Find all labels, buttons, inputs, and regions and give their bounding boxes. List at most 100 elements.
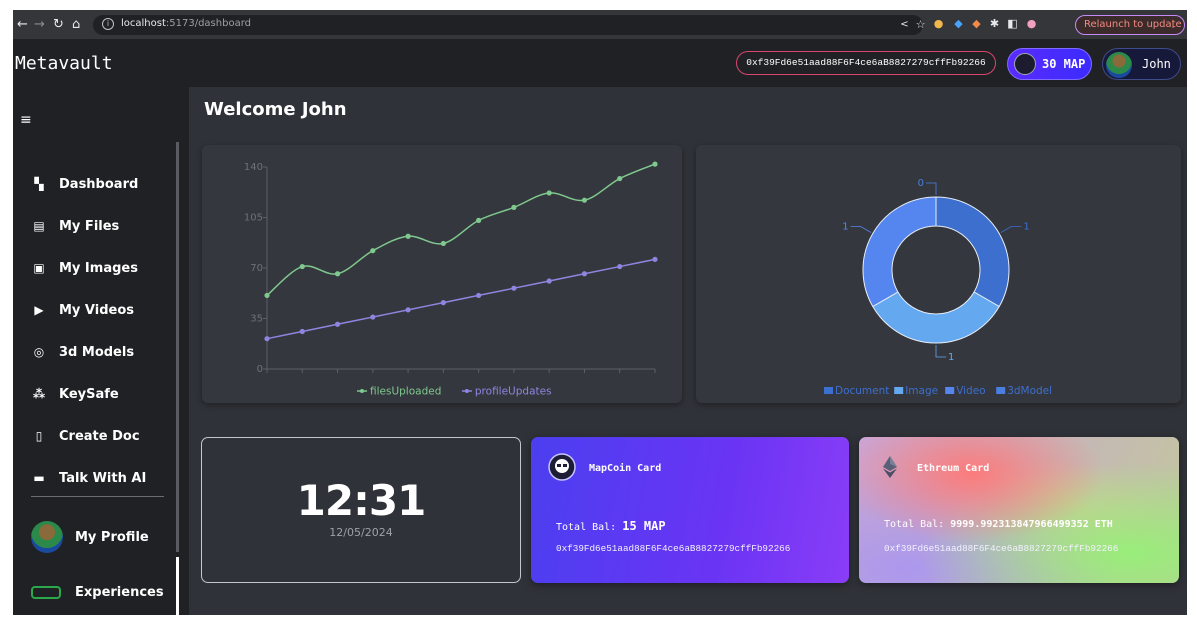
slice-label-line bbox=[926, 182, 937, 195]
y-tick-label: 0 bbox=[257, 364, 263, 375]
clock-date: 12/05/2024 bbox=[329, 526, 393, 539]
data-point-filesUploaded bbox=[370, 248, 376, 254]
y-tick-label: 70 bbox=[250, 263, 263, 274]
data-point-profileUpdates bbox=[370, 314, 376, 320]
sidebar-item-label: Dashboard bbox=[59, 177, 139, 192]
data-point-filesUploaded bbox=[617, 175, 623, 182]
data-point-profileUpdates bbox=[546, 278, 552, 284]
avatar bbox=[1106, 52, 1132, 78]
forward-icon[interactable]: → bbox=[34, 17, 45, 33]
avatar bbox=[31, 521, 63, 553]
chart-legend: filesUploaded profileUpdates bbox=[357, 386, 552, 398]
legend-swatch bbox=[894, 387, 904, 394]
wallet-address-pill[interactable]: 0xf39Fd6e51aad88F6F4ce6aB8827279cffFb922… bbox=[736, 51, 996, 75]
sidebar-item-label: Experiences bbox=[75, 585, 164, 600]
slice-value-label: 0 bbox=[918, 178, 924, 189]
legend-label: Document bbox=[835, 385, 889, 397]
sidebar-item-dashboard[interactable]: ▚ Dashboard bbox=[31, 173, 171, 197]
sidebar-item-keysafe[interactable]: ⁂ KeySafe bbox=[31, 383, 171, 407]
sidepanel-icon[interactable]: ◧ bbox=[1007, 18, 1018, 29]
site-info-icon[interactable]: i bbox=[102, 18, 114, 30]
sidebar-scrollbar[interactable] bbox=[176, 142, 179, 552]
sidebar-item-my-videos[interactable]: ▶ My Videos bbox=[31, 299, 171, 323]
line-chart: 0 35 70 105 140 filesUploaded profileUpdates bbox=[244, 161, 658, 398]
donut-chart: 1 1 1 0 Document Image Video 3dModel bbox=[824, 178, 1052, 397]
data-point-profileUpdates bbox=[511, 285, 517, 291]
back-icon[interactable]: ← bbox=[17, 17, 28, 33]
address-bar[interactable]: i localhost:5173/dashboard < ☆ bbox=[93, 15, 926, 35]
legend-swatch bbox=[996, 387, 1006, 394]
sidebar-item-my-images[interactable]: ▣ My Images bbox=[31, 257, 171, 281]
menu-icon[interactable]: ≡ bbox=[20, 112, 32, 128]
legend-swatch bbox=[824, 387, 833, 394]
user-menu[interactable]: John bbox=[1102, 48, 1181, 80]
legend-label: Video bbox=[956, 385, 985, 397]
slice-label-line bbox=[850, 226, 872, 233]
data-point-profileUpdates bbox=[405, 307, 411, 313]
browser-window: ← → ↻ ⌂ i localhost:5173/dashboard < ☆ ●… bbox=[13, 10, 1187, 615]
password-icon: ⁂ bbox=[32, 387, 46, 401]
data-point-filesUploaded bbox=[511, 204, 517, 210]
legend-marker bbox=[360, 389, 364, 393]
sidebar-item-3d-models[interactable]: ◎ 3d Models bbox=[31, 341, 171, 365]
user-name: John bbox=[1142, 57, 1171, 71]
sidebar-item-create-doc[interactable]: ▯ Create Doc bbox=[31, 425, 171, 449]
legend-label: profileUpdates bbox=[475, 386, 552, 398]
data-point-filesUploaded bbox=[405, 233, 411, 239]
sidebar-item-experiences[interactable]: Experiences bbox=[31, 583, 171, 603]
metamask-icon[interactable]: ◆ bbox=[971, 18, 982, 29]
page-title: Welcome John bbox=[204, 99, 347, 120]
coin-balance: 30 MAP bbox=[1042, 57, 1086, 71]
slice-value-label: 1 bbox=[842, 222, 848, 233]
puzzle-icon[interactable]: ✱ bbox=[989, 18, 1000, 29]
data-point-profileUpdates bbox=[617, 263, 623, 270]
sidebar-item-label: My Images bbox=[59, 261, 138, 276]
donut-slice-Document bbox=[935, 196, 1010, 308]
sidebar-item-label: Talk With AI bbox=[59, 471, 147, 486]
app-header: Metavault 0xf39Fd6e51aad88F6F4ce6aB88272… bbox=[13, 40, 1187, 87]
data-point-filesUploaded bbox=[652, 161, 658, 167]
extension-icon[interactable]: ● bbox=[933, 18, 944, 29]
ethereum-card[interactable]: Ethreum Card Total Bal: 9999.99231384796… bbox=[859, 437, 1179, 583]
app-logo[interactable]: Metavault bbox=[15, 53, 113, 74]
sidebar-item-label: 3d Models bbox=[59, 345, 135, 360]
sidebar-item-label: My Files bbox=[59, 219, 120, 234]
dashboard-icon: ▚ bbox=[34, 177, 44, 191]
sidebar-item-my-profile[interactable]: My Profile bbox=[31, 521, 171, 555]
video-icon: ▶ bbox=[34, 303, 44, 317]
bookmark-star-icon[interactable]: ☆ bbox=[915, 19, 926, 30]
sidebar-item-talk-with-ai[interactable]: ▬ Talk With AI bbox=[31, 467, 171, 491]
sidebar-scrollbar-track[interactable] bbox=[176, 557, 179, 615]
data-point-profileUpdates bbox=[299, 328, 305, 335]
coin-balance-pill[interactable]: 30 MAP bbox=[1007, 48, 1092, 80]
slice-value-label: 1 bbox=[948, 352, 954, 363]
vr-headset-icon bbox=[31, 586, 61, 599]
data-point-filesUploaded bbox=[581, 197, 588, 203]
data-point-profileUpdates bbox=[476, 292, 482, 299]
legend-label: filesUploaded bbox=[370, 386, 441, 398]
sidebar-item-my-files[interactable]: ▤ My Files bbox=[31, 215, 171, 239]
line-chart-card: 0 35 70 105 140 filesUploaded profileUpdates bbox=[202, 145, 682, 403]
y-tick-label: 140 bbox=[244, 162, 263, 173]
data-point-filesUploaded bbox=[264, 292, 270, 299]
file-icon: ▤ bbox=[33, 219, 45, 233]
relaunch-button[interactable]: Relaunch to update ⋮ bbox=[1075, 15, 1185, 35]
sidebar-item-label: My Profile bbox=[75, 530, 149, 545]
data-point-filesUploaded bbox=[334, 271, 341, 277]
slice-value-label: 1 bbox=[1023, 222, 1029, 233]
more-menu-icon[interactable]: ⋮ bbox=[1168, 16, 1178, 34]
data-point-filesUploaded bbox=[546, 190, 552, 196]
reload-icon[interactable]: ↻ bbox=[53, 17, 64, 33]
data-point-profileUpdates bbox=[440, 300, 446, 306]
share-icon[interactable]: < bbox=[899, 19, 910, 30]
series-line-filesUploaded bbox=[266, 163, 656, 296]
image-icon: ▣ bbox=[33, 261, 45, 275]
y-tick-label: 105 bbox=[244, 213, 263, 224]
profile-icon[interactable]: ● bbox=[1026, 18, 1037, 29]
new-doc-icon: ▯ bbox=[35, 429, 43, 443]
main-content: Welcome John 0 35 70 105 140 filesUploaded pro… bbox=[189, 87, 1187, 615]
slice-label-line bbox=[935, 345, 946, 358]
home-icon[interactable]: ⌂ bbox=[72, 17, 80, 33]
extension-icon[interactable]: ◆ bbox=[953, 18, 964, 29]
mapcoin-card[interactable]: MapCoin Card Total Bal: 15 MAP 0xf39Fd6e… bbox=[531, 437, 849, 583]
